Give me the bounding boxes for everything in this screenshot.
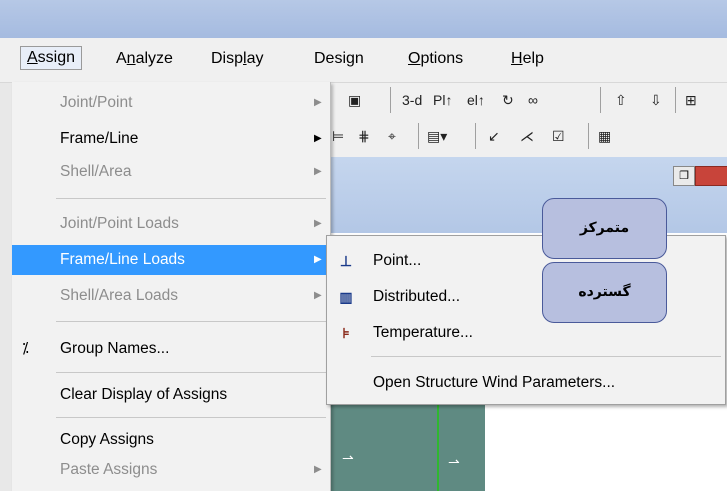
menu-analyze[interactable]: Analyze xyxy=(110,48,179,70)
submenu-item-open-structure-wind-parameters[interactable]: Open Structure Wind Parameters... xyxy=(327,366,725,400)
menu-separator xyxy=(56,321,326,322)
frame-member xyxy=(437,398,439,491)
point-load-icon: ⊥ xyxy=(339,253,353,269)
menu-item-shell-area[interactable]: Shell/Area ▶ xyxy=(12,157,330,187)
submenu-item-label: Open Structure Wind Parameters... xyxy=(373,374,616,391)
submenu-arrow-icon: ▶ xyxy=(314,464,322,475)
submenu-item-label: Distributed... xyxy=(373,288,461,305)
menu-separator xyxy=(56,198,326,199)
distributed-load-icon: ▥ xyxy=(339,289,353,305)
plan-view-button[interactable]: Pl↑ xyxy=(433,89,452,111)
toolbar-row-2: ⊨ ⋕ ⌖ ▤▾ ↙ ⋌ ☑ ▦ xyxy=(330,119,727,155)
annotation-distributed: گسترده xyxy=(542,262,667,323)
submenu-arrow-icon: ▶ xyxy=(314,218,322,229)
toolbar-separator xyxy=(418,123,419,149)
menu-item-label: Clear Display of Assigns xyxy=(60,386,228,403)
perspective-icon[interactable]: ∞ xyxy=(528,89,538,111)
menu-item-label: Group Names... xyxy=(60,340,170,357)
view-3d-button[interactable]: 3-d xyxy=(402,89,422,111)
elevation-view-button[interactable]: el↑ xyxy=(467,89,485,111)
menu-item-label: Paste Assigns xyxy=(60,461,158,478)
select-pointer-icon[interactable]: ↙ xyxy=(488,125,500,147)
select-window-icon[interactable]: ⋌ xyxy=(520,125,534,147)
local-axis-arrow: ⇀ xyxy=(448,454,460,470)
menu-item-label: Joint/Point xyxy=(60,94,133,111)
toolbar-row-1: ▣ 3-d Pl↑ el↑ ↻ ∞ ⇧ ⇩ ⊞ xyxy=(330,83,727,119)
menu-item-clear-display-of-assigns[interactable]: Clear Display of Assigns xyxy=(12,380,330,410)
menu-item-paste-assigns[interactable]: Paste Assigns ▶ xyxy=(12,455,330,485)
menu-item-label: Frame/Line xyxy=(60,130,139,147)
menu-display[interactable]: Display xyxy=(205,48,269,70)
annotation-concentrated: متمرکز xyxy=(542,198,667,259)
assign-menu: Joint/Point ▶ Frame/Line ▶ Shell/Area ▶ … xyxy=(12,82,331,491)
toolbar-area: ▣ 3-d Pl↑ el↑ ↻ ∞ ⇧ ⇩ ⊞ ⊨ ⋕ ⌖ ▤▾ ↙ ⋌ ☑ ▦ xyxy=(330,83,727,157)
temperature-load-icon: ⊧ xyxy=(342,325,350,341)
snap-grid-icon[interactable]: ⊞ xyxy=(685,89,697,111)
menu-item-joint-point-loads[interactable]: Joint/Point Loads ▶ xyxy=(12,209,330,239)
model-view[interactable]: ⇀ ⇀ xyxy=(330,398,485,491)
restore-window-icon[interactable]: ❐ xyxy=(673,166,695,186)
menu-item-frame-line-loads[interactable]: Frame/Line Loads ▶ xyxy=(12,245,330,275)
menu-item-frame-line[interactable]: Frame/Line ▶ xyxy=(12,124,330,154)
menu-item-label: Copy Assigns xyxy=(60,431,154,448)
submenu-arrow-icon: ▶ xyxy=(314,166,322,177)
grid-icon[interactable]: ▦ xyxy=(598,125,611,147)
submenu-item-temperature[interactable]: ⊧ Temperature... xyxy=(327,316,725,350)
menu-item-label: Shell/Area Loads xyxy=(60,287,179,304)
inner-window-header xyxy=(330,157,727,233)
pan-icon[interactable]: ▣ xyxy=(348,89,361,111)
title-bar xyxy=(0,0,727,38)
submenu-arrow-icon: ▶ xyxy=(314,97,322,108)
toolbar-separator xyxy=(675,87,676,113)
select-all-icon[interactable]: ☑ xyxy=(552,125,565,147)
rotate-icon[interactable]: ↻ xyxy=(502,89,514,111)
menu-help[interactable]: Help xyxy=(505,48,550,70)
frame-line-loads-submenu: ⊥ Point... ▥ Distributed... ⊧ Temperatur… xyxy=(326,235,726,405)
quick-draw-icon[interactable]: ⌖ xyxy=(388,125,396,147)
menu-bar: Assign Analyze Display Design Options He… xyxy=(0,38,727,83)
menu-item-label: Joint/Point Loads xyxy=(60,215,179,232)
brace-draw-icon[interactable]: ⋕ xyxy=(358,125,370,147)
area-draw-icon[interactable]: ▤▾ xyxy=(427,125,447,147)
menu-design[interactable]: Design xyxy=(308,48,370,70)
submenu-arrow-icon: ▶ xyxy=(314,290,322,301)
submenu-item-label: Point... xyxy=(373,252,422,269)
toolbar-separator xyxy=(390,87,391,113)
menu-item-label: Shell/Area xyxy=(60,163,132,180)
left-panel-edge xyxy=(0,83,12,491)
group-names-icon: ⁒ xyxy=(22,340,29,357)
menu-separator xyxy=(56,417,326,418)
menu-item-copy-assigns[interactable]: Copy Assigns xyxy=(12,425,330,455)
close-window-icon[interactable] xyxy=(695,166,727,186)
submenu-arrow-icon: ▶ xyxy=(314,254,322,265)
menu-item-label: Frame/Line Loads xyxy=(60,251,185,268)
menu-separator xyxy=(371,356,721,357)
submenu-item-label: Temperature... xyxy=(373,324,473,341)
toolbar-separator xyxy=(600,87,601,113)
toolbar-separator xyxy=(475,123,476,149)
menu-item-group-names[interactable]: ⁒ Group Names... xyxy=(12,334,330,364)
menu-assign[interactable]: Assign xyxy=(20,46,83,70)
menu-options[interactable]: Options xyxy=(402,48,469,70)
menu-separator xyxy=(56,372,326,373)
toolbar-separator xyxy=(588,123,589,149)
local-axis-arrow: ⇀ xyxy=(342,450,354,466)
frame-draw-icon[interactable]: ⊨ xyxy=(332,125,344,147)
menu-item-shell-area-loads[interactable]: Shell/Area Loads ▶ xyxy=(12,281,330,311)
arrow-down-icon[interactable]: ⇩ xyxy=(650,89,662,111)
menu-item-joint-point[interactable]: Joint/Point ▶ xyxy=(12,88,330,118)
arrow-up-icon[interactable]: ⇧ xyxy=(615,89,627,111)
submenu-arrow-icon: ▶ xyxy=(314,133,322,144)
